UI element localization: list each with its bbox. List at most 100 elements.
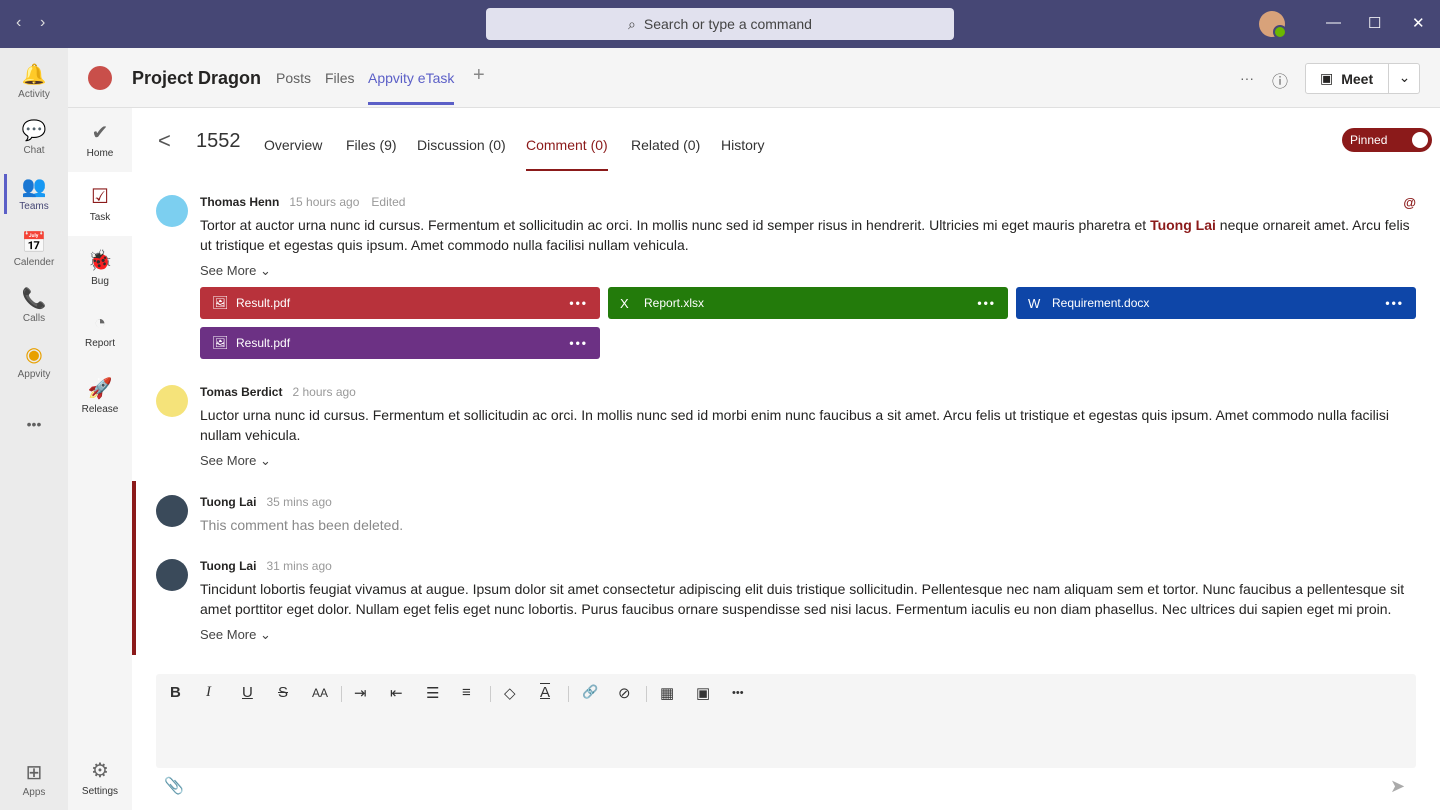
tab-discussion[interactable]: Discussion (0) [417,137,506,153]
sidebar-label: Report [85,338,115,349]
attachment-report-xlsx[interactable]: XReport.xlsx••• [608,287,1008,319]
highlight-color-button[interactable]: ◇ [504,684,516,702]
back-button[interactable]: ‹ [16,14,21,32]
tab-posts[interactable]: Posts [276,70,311,86]
more-icon[interactable]: ••• [569,296,588,310]
back-arrow-icon[interactable]: < [158,128,171,154]
file-name: Requirement.docx [1052,296,1149,310]
font-color-button[interactable]: A [540,684,550,701]
comment-author: Tuong Lai [200,495,256,509]
tab-comment[interactable]: Comment (0) [526,137,608,153]
comment-body: Tincidunt lobortis feugiat vivamus at au… [200,579,1416,619]
sidebar-item-report[interactable]: ◔Report [68,312,132,349]
image-icon: 🖼 [212,335,228,351]
comment-body: Tortor at auctor urna nunc id cursus. Fe… [200,215,1416,255]
see-more-button[interactable]: See More ⌄ [200,453,271,469]
more-icon[interactable]: ••• [977,296,996,310]
comment-editor[interactable]: B I U S AA ⇥ ⇤ ☰ ≡ ◇ A 🔗 ⊘ ▦ ▣ ••• [156,674,1416,768]
outdent-button[interactable]: ⇤ [390,684,403,702]
tab-overview[interactable]: Overview [264,137,322,153]
rail-label: Appvity [18,369,51,380]
comment-time: 15 hours ago [289,195,359,209]
see-more-button[interactable]: See More ⌄ [200,627,271,643]
more-icon[interactable]: ••• [1385,296,1404,310]
indent-button[interactable]: ⇥ [354,684,367,702]
numbered-list-button[interactable]: ≡ [462,684,471,701]
tab-related[interactable]: Related (0) [631,137,700,153]
pinned-toggle[interactable]: Pinned [1342,128,1432,152]
sidebar-item-settings[interactable]: ⚙ Settings [68,758,132,797]
comment-time: 35 mins ago [266,495,331,509]
search-input[interactable]: ⌕Search or type a command [486,8,954,40]
sidebar-item-home[interactable]: ✔Home [68,120,132,176]
bug-icon: 🐞 [68,248,132,273]
more-formatting-button[interactable]: ••• [732,687,744,699]
tab-files[interactable]: Files (9) [346,137,397,153]
rail-teams[interactable]: 👥Teams [0,174,68,212]
italic-button[interactable]: I [206,684,211,701]
rail-appvity[interactable]: ◉Appvity [0,342,68,380]
phone-icon: 📞 [0,286,68,311]
see-more-button[interactable]: See More ⌄ [200,263,271,279]
avatar [156,495,188,527]
comment-time: 2 hours ago [292,385,355,399]
tab-history[interactable]: History [721,137,765,153]
attachment-result-pdf[interactable]: 🖼 Result.pdf ••• [200,287,600,319]
rail-apps[interactable]: ⊞Apps [0,760,68,798]
mention-link[interactable]: Tuong Lai [1150,217,1216,233]
tab-appvity-etask[interactable]: Appvity eTask [368,70,454,86]
sidebar-item-bug[interactable]: 🐞Bug [68,248,132,287]
bullet-list-button[interactable]: ☰ [426,684,439,702]
attachment-requirement-docx[interactable]: W Requirement.docx ••• [1016,287,1416,319]
sidebar-label: Task [90,212,111,223]
video-icon: ▣ [1320,70,1333,87]
image-icon: 🖼 [212,295,228,311]
file-name: Report.xlsx [644,296,704,310]
underline-button[interactable]: U [242,684,253,701]
divider [341,686,342,702]
rocket-icon: 🚀 [68,376,132,401]
bold-button[interactable]: B [170,684,181,701]
rail-calls[interactable]: 📞 Calls [0,286,68,324]
file-name: Result.pdf [236,296,290,310]
rail-label: Calls [23,313,45,324]
sidebar-item-release[interactable]: 🚀Release [68,376,132,415]
rail-calendar[interactable]: 📅Calender [0,230,68,268]
etask-sidebar: ✔Home ☑Task 🐞Bug ◔Report 🚀Release ⚙ Setti… [68,108,132,810]
sidebar-item-task[interactable]: ☑Task [68,172,132,236]
add-tab-button[interactable]: + [473,64,485,87]
sidebar-label: Settings [82,786,118,797]
edited-label: Edited [371,195,405,209]
font-size-button[interactable]: AA [312,686,328,700]
tab-files[interactable]: Files [325,70,355,86]
attachment-result-pdf[interactable]: 🖼Result.pdf••• [200,327,600,359]
chat-icon: 💬 [0,118,68,143]
info-icon[interactable]: ⓘ [1272,68,1288,92]
more-icon[interactable]: ••• [569,336,588,350]
comment-author: Tuong Lai [200,559,256,573]
meet-button[interactable]: ▣ Meet ⌄ [1305,63,1420,94]
maximize-button[interactable]: ☐ [1368,14,1381,32]
divider [646,686,647,702]
send-icon[interactable]: ➤ [1390,776,1405,797]
table-button[interactable]: ▦ [660,684,674,702]
rail-label: Activity [18,89,50,100]
sidebar-label: Home [87,148,114,159]
user-avatar[interactable] [1259,11,1285,37]
more-options-button[interactable]: ··· [1240,70,1254,86]
remove-link-button[interactable]: ⊘ [618,684,631,702]
settings-icon: ⚙ [68,758,132,783]
rail-more-button[interactable]: ••• [0,416,68,432]
close-button[interactable]: ✕ [1412,14,1425,32]
image-button[interactable]: ▣ [696,684,710,702]
pinned-label: Pinned [1350,133,1387,147]
rail-chat[interactable]: 💬Chat [0,118,68,156]
rail-activity[interactable]: 🔔Activity [0,62,68,100]
forward-button[interactable]: › [40,14,45,32]
strikethrough-button[interactable]: S [278,684,288,701]
link-button[interactable]: 🔗 [582,684,598,700]
minimize-button[interactable]: — [1326,14,1341,31]
attach-icon[interactable]: 📎 [164,776,184,796]
meet-dropdown-button[interactable]: ⌄ [1388,64,1420,93]
word-icon: W [1028,296,1044,311]
